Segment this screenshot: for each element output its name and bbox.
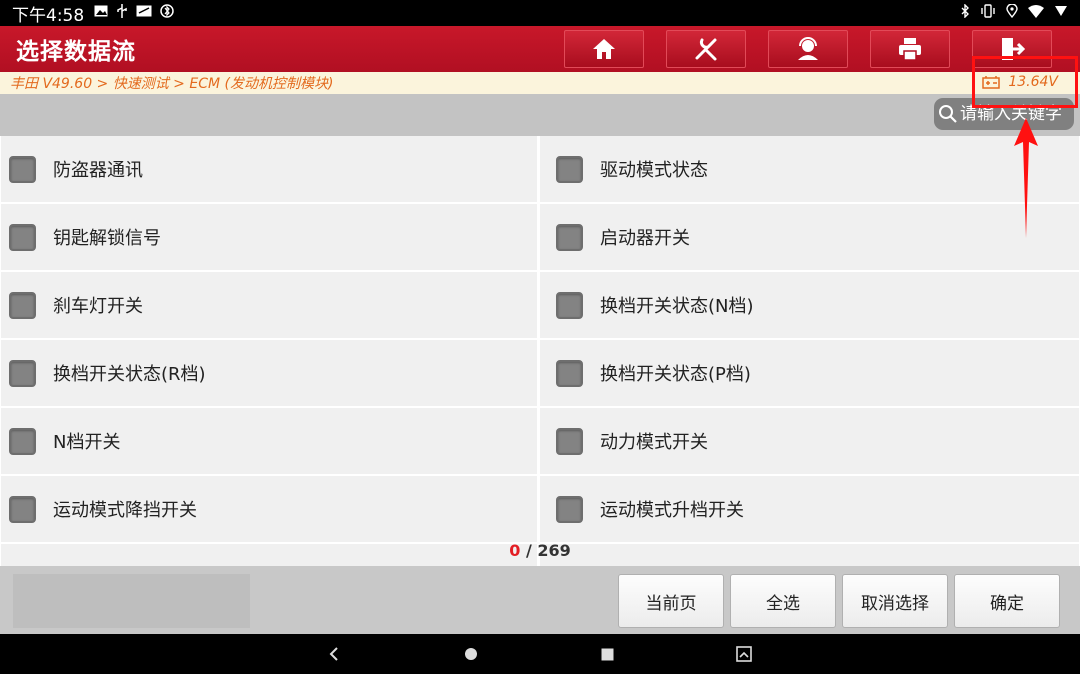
selected-count: 0 xyxy=(509,541,521,560)
item-label: 钥匙解锁信号 xyxy=(53,228,161,249)
recents-button[interactable] xyxy=(595,642,619,666)
item-label: 刹车灯开关 xyxy=(53,296,143,317)
back-button[interactable] xyxy=(322,642,346,666)
bluetooth-settings-icon xyxy=(160,4,174,22)
action-bar: 当前页 全选 取消选择 确定 xyxy=(0,566,1080,634)
location-icon xyxy=(1006,3,1018,22)
home-nav-button[interactable] xyxy=(459,642,483,666)
list-item[interactable]: 刹车灯开关 xyxy=(1,272,537,338)
print-button[interactable] xyxy=(870,30,950,68)
counter-separator: / xyxy=(520,541,538,560)
list-item[interactable]: 钥匙解锁信号 xyxy=(1,204,537,270)
item-label: 换档开关状态(R档) xyxy=(53,364,206,385)
title-bar: 选择数据流 xyxy=(0,26,1080,72)
item-label: 运动模式升档开关 xyxy=(600,500,744,521)
checkbox[interactable] xyxy=(9,495,36,523)
item-label: N档开关 xyxy=(53,432,121,453)
status-right-icons xyxy=(960,3,1068,22)
diagnose-icon xyxy=(695,38,717,61)
item-label: 启动器开关 xyxy=(600,228,690,249)
checkbox[interactable] xyxy=(9,223,36,251)
screenshot-icon xyxy=(736,646,752,662)
item-label: 动力模式开关 xyxy=(600,432,708,453)
wifi-icon xyxy=(1028,4,1044,22)
info-panel xyxy=(13,574,250,628)
home-button[interactable] xyxy=(564,30,644,68)
print-icon xyxy=(899,38,921,61)
annotation-arrow-icon xyxy=(1014,118,1038,238)
checkbox[interactable] xyxy=(9,427,36,455)
support-button[interactable] xyxy=(768,30,848,68)
battery-icon xyxy=(1054,5,1068,21)
search-icon xyxy=(939,105,957,123)
list-item[interactable]: 防盗器通讯 xyxy=(1,136,537,202)
item-label: 防盗器通讯 xyxy=(53,160,143,181)
list-item[interactable]: 换档开关状态(P档) xyxy=(540,340,1079,406)
checkbox[interactable] xyxy=(9,155,36,183)
current-page-button[interactable]: 当前页 xyxy=(618,574,724,628)
notification-icon xyxy=(136,5,152,21)
breadcrumb: 丰田 V49.60 > 快速测试 > ECM (发动机控制模块) xyxy=(10,76,334,92)
image-icon xyxy=(94,5,108,21)
data-stream-list[interactable]: 防盗器通讯 驱动模式状态 钥匙解锁信号 启动器开关 刹车灯开关 换档开关状态(N… xyxy=(0,136,1080,566)
back-icon xyxy=(329,647,338,661)
checkbox[interactable] xyxy=(556,291,583,319)
list-item[interactable]: 换档开关状态(R档) xyxy=(1,340,537,406)
checkbox[interactable] xyxy=(556,427,583,455)
diagnose-button[interactable] xyxy=(666,30,746,68)
list-item[interactable]: 驱动模式状态 xyxy=(540,136,1079,202)
breadcrumb-bar: 丰田 V49.60 > 快速测试 > ECM (发动机控制模块) 13.64V xyxy=(0,72,1080,94)
checkbox[interactable] xyxy=(556,223,583,251)
item-label: 换档开关状态(P档) xyxy=(600,364,751,385)
select-all-button[interactable]: 全选 xyxy=(730,574,836,628)
annotation-highlight-box xyxy=(972,56,1078,108)
total-count: 269 xyxy=(537,541,571,560)
vibrate-icon xyxy=(980,4,996,22)
checkbox[interactable] xyxy=(9,291,36,319)
screenshot-button[interactable] xyxy=(732,642,756,666)
checkbox[interactable] xyxy=(9,359,36,387)
search-row xyxy=(0,94,1080,136)
cancel-selection-button[interactable]: 取消选择 xyxy=(842,574,948,628)
system-nav-bar xyxy=(0,634,1080,674)
list-item[interactable]: 运动模式升档开关 xyxy=(540,476,1079,542)
confirm-button[interactable]: 确定 xyxy=(954,574,1060,628)
circle-home-icon xyxy=(465,648,477,660)
item-label: 换档开关状态(N档) xyxy=(600,296,754,317)
checkbox[interactable] xyxy=(556,495,583,523)
list-item[interactable]: N档开关 xyxy=(1,408,537,474)
list-item[interactable]: 运动模式降挡开关 xyxy=(1,476,537,542)
selection-counter: 0 / 269 xyxy=(0,541,1080,560)
status-bar: 下午4:58 xyxy=(0,0,1080,26)
item-label: 驱动模式状态 xyxy=(600,160,708,181)
status-left-icons xyxy=(94,4,174,22)
checkbox[interactable] xyxy=(556,359,583,387)
list-item[interactable]: 启动器开关 xyxy=(540,204,1079,270)
home-icon xyxy=(593,39,615,59)
item-label: 运动模式降挡开关 xyxy=(53,500,197,521)
usb-icon xyxy=(116,4,128,22)
checkbox[interactable] xyxy=(556,155,583,183)
square-recents-icon xyxy=(601,648,613,660)
page-title: 选择数据流 xyxy=(16,39,136,65)
clock: 下午4:58 xyxy=(12,5,85,26)
list-item[interactable]: 动力模式开关 xyxy=(540,408,1079,474)
bluetooth-icon xyxy=(960,3,970,22)
support-icon xyxy=(798,37,818,60)
list-item[interactable]: 换档开关状态(N档) xyxy=(540,272,1079,338)
